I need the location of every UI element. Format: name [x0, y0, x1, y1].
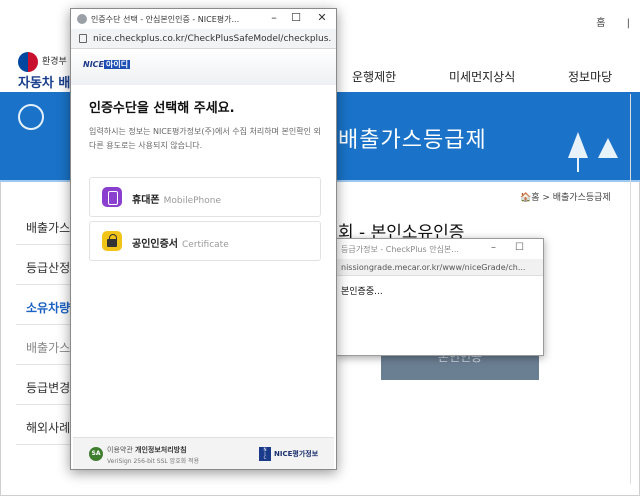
checkplus-popup-window: 등급가정보 - CheckPlus 안심본... – ☐ nissiongrad… [336, 238, 544, 356]
breadcrumb[interactable]: 🏠홈 > 배출가스등급제 [520, 190, 611, 203]
auth-method-popup-window: 인증수단 선택 - 안심본인인증 - NICE평가... – ☐ ✕ nice.… [70, 8, 337, 470]
nice-company-name: NICE평가정보 [274, 450, 319, 458]
lock-icon [79, 34, 87, 43]
globe-icon [77, 14, 87, 24]
popup-title: 인증수단 선택 - 안심본인인증 - NICE평가... [91, 15, 240, 24]
top-divider: | [626, 18, 630, 29]
lnb-item[interactable]: 배출가스 [16, 205, 76, 245]
gnb-item-info[interactable]: 정보마당 [568, 68, 612, 85]
page-scrollbar[interactable] [630, 94, 636, 484]
popup2-titlebar: 등급가정보 - CheckPlus 안심본... – ☐ [337, 239, 543, 259]
brand-prefix: NICE [83, 60, 105, 69]
sun-icon [18, 104, 44, 130]
ssl-seal-icon: SA [89, 447, 103, 461]
minimize-icon[interactable]: – [491, 242, 496, 253]
nice-logo-icon: NIC [259, 447, 271, 461]
home-link[interactable]: 홈 [596, 18, 605, 29]
lnb-item[interactable]: 해외사례 [16, 405, 76, 445]
left-nav: 배출가스 등급산정 소유차량 배출가스 등급변경 해외사례 [16, 205, 76, 445]
government-emblem-icon [18, 52, 38, 72]
mobile-phone-icon [102, 187, 122, 207]
tree-icon [598, 138, 618, 158]
popup2-title: 등급가정보 - CheckPlus 안심본... [341, 245, 459, 254]
nice-header: NICE 아이디 [71, 49, 336, 85]
popup-content: 인증수단을 선택해 주세요. 입력하시는 정보는 NICE평가정보(주)에서 수… [73, 85, 334, 437]
popup-titlebar: 인증수단 선택 - 안심본인인증 - NICE평가... – ☐ ✕ [71, 9, 336, 29]
popup2-status-text: 본인증중... [341, 287, 383, 297]
certificate-option-button[interactable]: 공인인증서 Certificate [89, 221, 321, 261]
minimize-icon[interactable]: – [264, 11, 284, 24]
logo-ministry: 환경부 [42, 57, 67, 67]
footer-links: 이용약관 개인정보처리방침 [107, 445, 187, 455]
lnb-item-active[interactable]: 소유차량 [16, 285, 76, 325]
lock-icon [102, 231, 122, 251]
option-label: 공인인증서 Certificate [132, 235, 229, 250]
option-title: 공인인증서 [132, 239, 178, 250]
popup-heading: 인증수단을 선택해 주세요. [89, 101, 235, 116]
popup-footer: SA 이용약관 개인정보처리방침 VeriSign 256-bit SSL 암호… [73, 437, 334, 469]
popup2-address-bar: nissiongrade.mecar.or.kr/www/niceGrade/c… [337, 259, 543, 276]
ssl-notice: VeriSign 256-bit SSL 암호화 적용 [107, 458, 200, 465]
maximize-icon[interactable]: ☐ [286, 11, 306, 24]
tree-trunk [577, 158, 579, 172]
option-label: 휴대폰 MobilePhone [132, 191, 221, 206]
maximize-icon[interactable]: ☐ [515, 242, 524, 253]
privacy-link[interactable]: 개인정보처리방침 [135, 446, 187, 454]
option-subtitle: Certificate [182, 240, 229, 250]
top-links: 홈 | [578, 14, 630, 29]
terms-link[interactable]: 이용약관 [107, 446, 133, 454]
close-icon[interactable]: ✕ [312, 11, 332, 24]
popup-address-bar: nice.checkplus.co.kr/CheckPlusSafeModel/… [71, 29, 336, 49]
banner-title: 배출가스등급제 [338, 128, 487, 153]
mobile-phone-option-button[interactable]: 휴대폰 MobilePhone [89, 177, 321, 217]
lnb-item[interactable]: 등급산정 [16, 245, 76, 285]
lnb-item[interactable]: 배출가스 [16, 325, 76, 365]
tree-icon [568, 132, 588, 158]
option-subtitle: MobilePhone [163, 196, 222, 206]
popup-url: nice.checkplus.co.kr/CheckPlusSafeModel/… [93, 34, 331, 44]
popup-description: 입력하시는 정보는 NICE평가정보(주)에서 수집 처리하며 본인확인 외 다… [89, 127, 321, 150]
gnb-item-restriction[interactable]: 운행제한 [352, 68, 396, 85]
nice-id-logo: NICE 아이디 [83, 59, 131, 70]
gnb-item-dust-info[interactable]: 미세먼지상식 [449, 68, 515, 85]
option-title: 휴대폰 [132, 195, 160, 206]
brand-name: 아이디 [104, 60, 131, 69]
lnb-item[interactable]: 등급변경 [16, 365, 76, 405]
